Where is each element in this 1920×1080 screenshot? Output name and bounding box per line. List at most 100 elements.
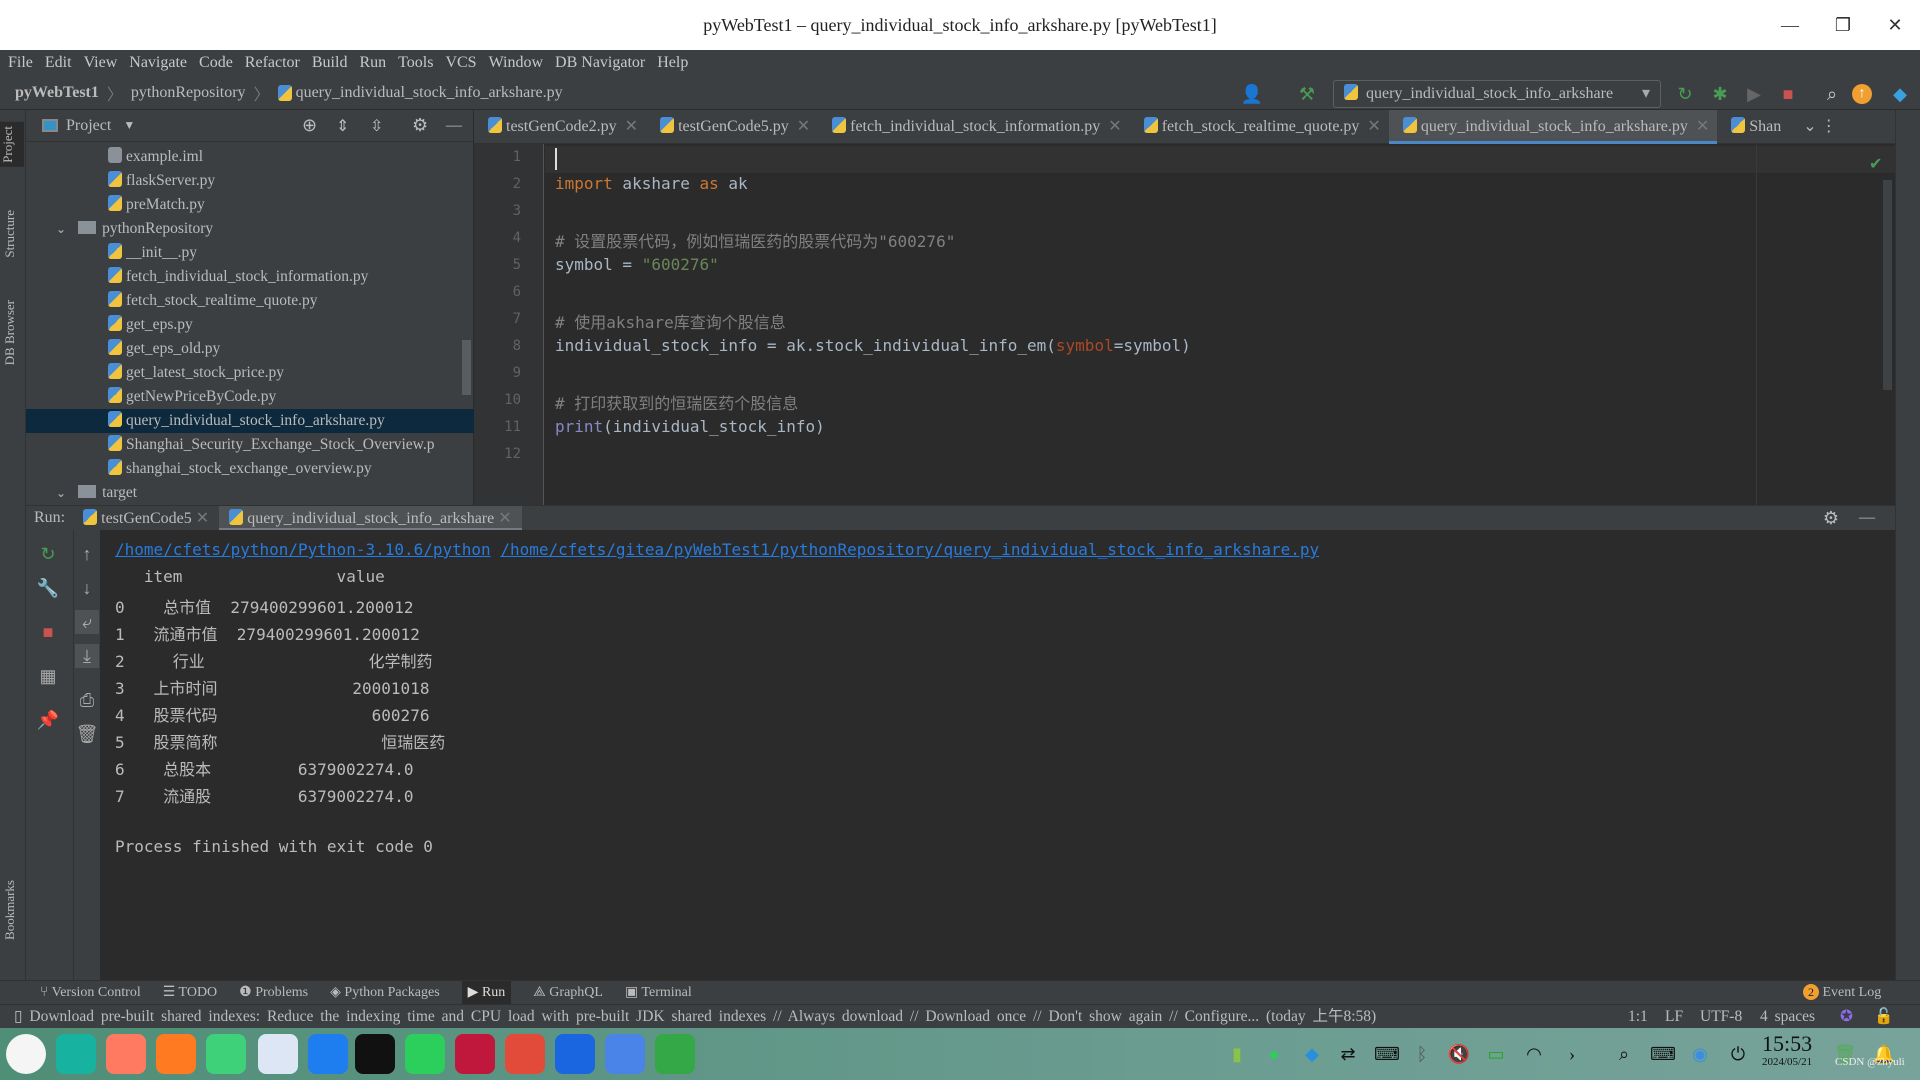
indent-setting[interactable]: 4 spaces — [1760, 1005, 1815, 1029]
tree-folder[interactable]: ⌄ pythonRepository — [26, 217, 474, 241]
menu-run[interactable]: Run — [359, 54, 386, 72]
tree-file[interactable]: fetch_individual_stock_information.py — [26, 265, 474, 289]
tree-file[interactable]: flaskServer.py — [26, 169, 474, 193]
interpreter-link[interactable]: /home/cfets/python/Python-3.10.6/python — [115, 540, 491, 559]
close-icon[interactable]: ✕ — [498, 510, 511, 527]
project-view-select[interactable]: Project — [66, 117, 111, 135]
close-icon[interactable]: ✕ — [797, 118, 810, 135]
update-icon[interactable]: ↑ — [1852, 84, 1872, 104]
tool-version-control[interactable]: ⑂ Version Control — [40, 985, 141, 1001]
input-method-icon[interactable]: ⌨ — [1374, 1042, 1400, 1066]
notes-icon[interactable] — [555, 1034, 595, 1074]
close-icon[interactable]: ✕ — [196, 510, 209, 527]
debug-icon[interactable]: ✱ — [1708, 82, 1732, 106]
tree-file[interactable]: __init__.py — [26, 241, 474, 265]
close-icon[interactable]: ✕ — [625, 118, 638, 135]
file-manager-icon[interactable] — [56, 1034, 96, 1074]
stop-icon[interactable]: ■ — [1776, 82, 1800, 106]
tray-app-icon[interactable]: ▮ — [1225, 1042, 1249, 1066]
menu-edit[interactable]: Edit — [45, 54, 72, 72]
wps-sheet-icon[interactable] — [655, 1034, 695, 1074]
editor-tab[interactable]: fetch_individual_stock_information.py ✕ — [818, 110, 1130, 144]
search-icon[interactable]: ⌕ — [1820, 82, 1844, 106]
coverage-icon[interactable]: ▶ — [1742, 82, 1766, 106]
menu-refactor[interactable]: Refactor — [245, 54, 300, 72]
keyboard-icon[interactable]: ⌨ — [1650, 1042, 1676, 1066]
run-config-select[interactable]: query_individual_stock_info_arkshare ▾ — [1333, 80, 1661, 108]
tree-file[interactable]: shanghai_stock_exchange_overview.py — [26, 457, 474, 481]
close-button[interactable]: ✕ — [1870, 0, 1920, 50]
pin-icon[interactable]: 📌 — [36, 708, 60, 732]
clock[interactable]: 15:53 2024/05/21 — [1762, 1032, 1812, 1069]
wechat-icon[interactable] — [405, 1034, 445, 1074]
plugin-icon[interactable]: ✪ — [1840, 1005, 1853, 1029]
tray-wechat-icon[interactable]: ● — [1262, 1042, 1286, 1066]
tool-todo[interactable]: ☰ TODO — [163, 984, 217, 1001]
user-icon[interactable]: 👤 — [1240, 82, 1264, 106]
tree-file[interactable]: preMatch.py — [26, 193, 474, 217]
menu-code[interactable]: Code — [199, 54, 233, 72]
menu-navigate[interactable]: Navigate — [129, 54, 187, 72]
script-link[interactable]: /home/cfets/gitea/pyWebTest1/pythonRepos… — [500, 540, 1319, 559]
menu-vcs[interactable]: VCS — [445, 54, 476, 72]
code-editor[interactable]: 1 2 3 4 5 6 7 8 9 10 11 12 import akshare as ak # 设… — [474, 144, 1895, 505]
music-icon[interactable] — [206, 1034, 246, 1074]
editor-scrollbar[interactable] — [1883, 180, 1892, 390]
trash-icon[interactable]: 🗑 — [75, 722, 99, 746]
wrench-icon[interactable]: 🔧 — [36, 576, 60, 600]
chevron-down-icon[interactable]: ▼ — [123, 118, 135, 133]
bluetooth-icon[interactable]: ᛒ — [1410, 1042, 1434, 1066]
tool-problems[interactable]: ❶ Problems — [239, 984, 308, 1001]
caret-position[interactable]: 1:1 — [1628, 1005, 1648, 1029]
soft-wrap-icon[interactable]: ⤶ — [75, 610, 99, 634]
launcher-icon[interactable] — [6, 1034, 46, 1074]
tree-file[interactable]: get_latest_stock_price.py — [26, 361, 474, 385]
menu-db-navigator[interactable]: DB Navigator — [555, 54, 645, 72]
close-icon[interactable]: ✕ — [1108, 118, 1121, 135]
side-tab-project[interactable]: Project — [0, 122, 24, 167]
menu-file[interactable]: File — [8, 54, 33, 72]
tree-folder[interactable]: ⌄ target — [26, 481, 474, 505]
chevron-right-icon[interactable]: › — [1560, 1042, 1584, 1066]
tree-scrollbar[interactable] — [462, 340, 471, 395]
tree-file[interactable]: query_individual_stock_info_arkshare.py — [26, 409, 474, 433]
hide-icon[interactable]: — — [446, 117, 462, 135]
editor-tab[interactable]: query_individual_stock_info_arkshare.py ✕ — [1388, 110, 1718, 144]
menu-tools[interactable]: Tools — [398, 54, 433, 72]
network-transfer-icon[interactable]: ⇄ — [1336, 1042, 1360, 1066]
app-store-icon[interactable] — [106, 1034, 146, 1074]
tool-python-packages[interactable]: ◈ Python Packages — [330, 984, 440, 1001]
battery-icon[interactable]: ▭ — [1484, 1042, 1508, 1066]
wps-writer-icon[interactable] — [605, 1034, 645, 1074]
tree-file[interactable]: getNewPriceByCode.py — [26, 385, 474, 409]
run-tab-query[interactable]: query_individual_stock_info_arkshare ✕ — [219, 505, 522, 531]
volume-muted-icon[interactable]: 🔇 — [1447, 1042, 1471, 1066]
layout-icon[interactable]: ▦ — [36, 664, 60, 688]
scroll-to-end-icon[interactable]: ⤓ — [75, 644, 99, 668]
breadcrumb-file[interactable]: query_individual_stock_info_arkshare.py — [296, 84, 563, 102]
browser-icon[interactable] — [308, 1034, 348, 1074]
rerun-icon[interactable]: ↻ — [1673, 82, 1697, 106]
chevron-down-icon[interactable]: ⌄ — [56, 222, 66, 236]
run-tab-testgencode5[interactable]: testGenCode5 ✕ — [73, 506, 219, 531]
tree-file[interactable]: get_eps_old.py — [26, 337, 474, 361]
collapse-all-icon[interactable]: ⇳ — [370, 116, 383, 136]
menu-help[interactable]: Help — [657, 54, 688, 72]
intellij-icon[interactable] — [355, 1034, 395, 1074]
close-icon[interactable]: ✕ — [1696, 118, 1709, 135]
gear-icon[interactable]: ⚙ — [1823, 508, 1839, 529]
status-message[interactable]: Download pre-built shared indexes: Reduc… — [29, 1008, 1376, 1025]
tab-overflow-chevron-icon[interactable]: ⌄ ⋮ — [1789, 110, 1844, 144]
tool-graphql[interactable]: ⟁ GraphQL — [533, 985, 603, 1001]
menu-window[interactable]: Window — [489, 54, 543, 72]
hide-icon[interactable]: — — [1859, 509, 1875, 527]
power-icon[interactable]: ⏻ — [1726, 1042, 1750, 1066]
pdf-icon[interactable] — [505, 1034, 545, 1074]
tool-run[interactable]: ▶ Run — [461, 981, 512, 1004]
chevron-down-icon[interactable]: ⌄ — [56, 486, 66, 500]
side-tab-structure[interactable]: Structure — [2, 210, 18, 258]
event-log-button[interactable]: 2 Event Log — [1803, 984, 1881, 1001]
file-encoding[interactable]: UTF-8 — [1700, 1005, 1742, 1029]
editor-tab[interactable]: fetch_stock_realtime_quote.py ✕ — [1130, 110, 1389, 144]
close-icon[interactable]: ✕ — [1367, 118, 1380, 135]
